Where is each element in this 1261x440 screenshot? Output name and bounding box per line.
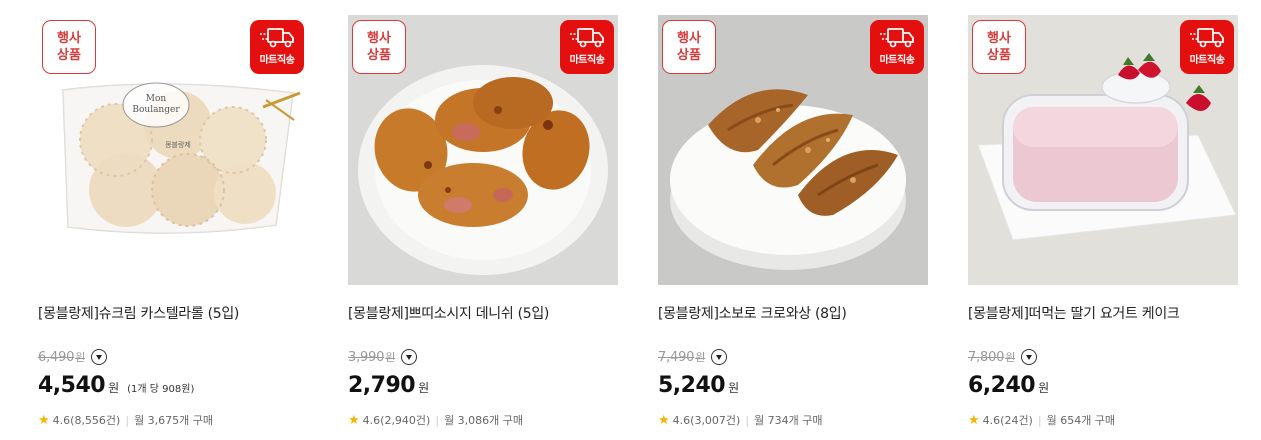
original-price: 6,490원 — [38, 349, 85, 365]
sale-price-currency: 원 — [108, 381, 120, 395]
product-title[interactable]: [몽블랑제]슈크림 카스텔라롤 (5입) — [38, 303, 239, 323]
rating-text: 4.6(8,556건) — [52, 414, 121, 427]
original-price: 7,490원 — [658, 349, 705, 365]
original-price-value: 7,800 — [968, 350, 1005, 365]
original-price-value: 7,490 — [658, 350, 695, 365]
bag-brand-line2: Boulanger — [132, 105, 180, 115]
star-icon: ★ — [38, 412, 50, 428]
rating-row: ★ 4.6(2,940건) | 월 3,086개 구매 — [348, 412, 523, 428]
monthly-purchases: 월 654개 구매 — [1046, 414, 1116, 427]
event-badge-line1: 행사 — [57, 31, 81, 46]
original-price-row: 3,990원 — [348, 349, 418, 365]
delivery-truck-icon — [570, 28, 604, 48]
monthly-purchases: 월 3,086개 구매 — [444, 414, 524, 427]
mart-badge-label: 마트직송 — [879, 55, 915, 66]
sale-price: 2,790 — [348, 373, 416, 398]
price-info-chevron-icon[interactable] — [91, 349, 108, 365]
mart-delivery-badge: 마트직송 — [870, 20, 924, 74]
original-price-row: 7,800원 — [968, 349, 1038, 365]
product-image-3[interactable]: 행사 상품 마트직송 — [658, 15, 928, 285]
star-icon: ★ — [968, 412, 980, 428]
product-title[interactable]: [몽블랑제]소보로 크로와상 (8입) — [658, 303, 847, 323]
original-price: 3,990원 — [348, 349, 395, 365]
sale-price-row: 2,790 원 — [348, 373, 429, 398]
event-badge-line2: 상품 — [987, 48, 1011, 63]
product-image-2[interactable]: 행사 상품 마트직송 — [348, 15, 618, 285]
sale-price: 4,540 — [38, 373, 106, 398]
sale-price: 5,240 — [658, 373, 726, 398]
mart-badge-label: 마트직송 — [259, 55, 295, 66]
mart-delivery-badge: 마트직송 — [250, 20, 304, 74]
product-title[interactable]: [몽블랑제]떠먹는 딸기 요거트 케이크 — [968, 303, 1180, 323]
event-product-badge: 행사 상품 — [352, 20, 406, 74]
sale-price-currency: 원 — [418, 381, 430, 395]
price-info-chevron-icon[interactable] — [401, 349, 418, 365]
unit-price: (1개 당 908원) — [127, 384, 195, 395]
delivery-truck-icon — [1190, 28, 1224, 48]
sale-price-currency: 원 — [728, 381, 740, 395]
monthly-purchases: 월 734개 구매 — [754, 414, 823, 427]
mart-badge-label: 마트직송 — [569, 55, 605, 66]
sale-price: 6,240 — [968, 373, 1036, 398]
event-badge-line2: 상품 — [57, 48, 81, 63]
sale-price-currency: 원 — [1038, 381, 1050, 395]
event-badge-line1: 행사 — [367, 31, 391, 46]
price-info-chevron-icon[interactable] — [711, 349, 728, 365]
rating-text: 4.6(24건) — [982, 414, 1033, 427]
original-price-row: 6,490원 — [38, 349, 108, 365]
sale-price-row: 5,240 원 — [658, 373, 739, 398]
star-icon: ★ — [658, 412, 670, 428]
product-image-1[interactable]: Mon Boulanger 몽블랑제 행사 상품 마트직송 — [38, 15, 308, 285]
event-badge-line2: 상품 — [367, 48, 391, 63]
divider: | — [1037, 413, 1042, 427]
original-price-value: 6,490 — [38, 350, 75, 365]
product-card-3[interactable]: 행사 상품 마트직송 [몽블랑제]소보로 크로와상 (8입) 7,490원 5,… — [658, 0, 928, 440]
mart-delivery-badge: 마트직송 — [1180, 20, 1234, 74]
star-icon: ★ — [348, 412, 360, 428]
original-price-currency: 원 — [1005, 351, 1016, 364]
rating-row: ★ 4.6(3,007건) | 월 734개 구매 — [658, 412, 823, 428]
event-badge-line1: 행사 — [677, 31, 701, 46]
bag-brand-line1: Mon — [146, 94, 167, 104]
original-price-currency: 원 — [75, 351, 86, 364]
product-card-1[interactable]: Mon Boulanger 몽블랑제 행사 상품 마트직송 [몽블랑제]슈크림 … — [38, 0, 308, 440]
delivery-truck-icon — [880, 28, 914, 48]
divider: | — [745, 413, 750, 427]
product-card-2[interactable]: 행사 상품 마트직송 [몽블랑제]쁘띠소시지 데니쉬 (5입) 3,990원 2… — [348, 0, 618, 440]
rating-text: 4.6(3,007건) — [672, 414, 741, 427]
event-badge-line1: 행사 — [987, 31, 1011, 46]
event-product-badge: 행사 상품 — [42, 20, 96, 74]
sale-price-row: 4,540 원 (1개 당 908원) — [38, 373, 194, 398]
event-product-badge: 행사 상품 — [662, 20, 716, 74]
price-info-chevron-icon[interactable] — [1021, 349, 1038, 365]
bag-sticker: 몽블랑제 — [165, 140, 191, 149]
divider: | — [125, 413, 130, 427]
divider: | — [435, 413, 440, 427]
rating-row: ★ 4.6(8,556건) | 월 3,675개 구매 — [38, 412, 213, 428]
product-title[interactable]: [몽블랑제]쁘띠소시지 데니쉬 (5입) — [348, 303, 549, 323]
event-badge-line2: 상품 — [677, 48, 701, 63]
rating-text: 4.6(2,940건) — [362, 414, 431, 427]
event-product-badge: 행사 상품 — [972, 20, 1026, 74]
product-card-4[interactable]: 행사 상품 마트직송 [몽블랑제]떠먹는 딸기 요거트 케이크 7,800원 6… — [968, 0, 1238, 440]
original-price-value: 3,990 — [348, 350, 385, 365]
product-image-4[interactable]: 행사 상품 마트직송 — [968, 15, 1238, 285]
mart-delivery-badge: 마트직송 — [560, 20, 614, 74]
sale-price-row: 6,240 원 — [968, 373, 1049, 398]
original-price-currency: 원 — [385, 351, 396, 364]
original-price-currency: 원 — [695, 351, 706, 364]
mart-badge-label: 마트직송 — [1189, 55, 1225, 66]
delivery-truck-icon — [260, 28, 294, 48]
original-price: 7,800원 — [968, 349, 1015, 365]
monthly-purchases: 월 3,675개 구매 — [134, 414, 214, 427]
original-price-row: 7,490원 — [658, 349, 728, 365]
rating-row: ★ 4.6(24건) | 월 654개 구매 — [968, 412, 1115, 428]
